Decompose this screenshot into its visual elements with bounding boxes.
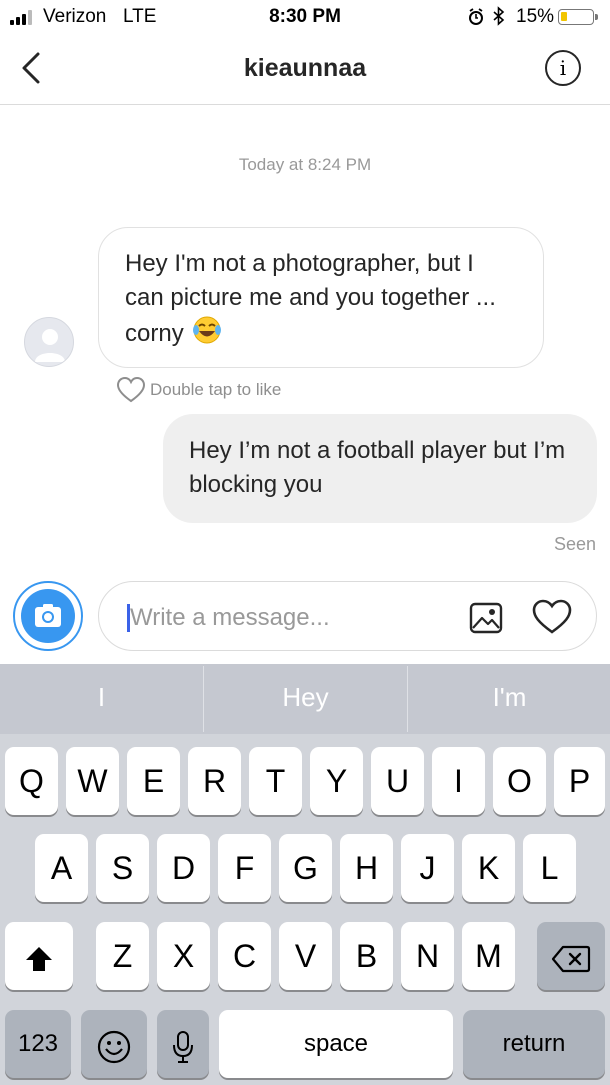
key-x[interactable]: X	[157, 922, 210, 990]
like-hint-text: Double tap to like	[150, 380, 282, 399]
numbers-key[interactable]: 123	[5, 1010, 71, 1078]
key-w[interactable]: W	[66, 747, 119, 815]
seen-status: Seen	[553, 534, 596, 554]
smiley-icon	[97, 1030, 131, 1063]
heart-icon	[532, 599, 572, 634]
prediction-3[interactable]: I'm	[408, 664, 610, 734]
default-avatar-icon	[35, 329, 65, 362]
key-o[interactable]: O	[493, 747, 546, 815]
keyboard: I Hey I'm Q W E R T Y U I O P A S D F G …	[0, 664, 610, 1085]
space-key[interactable]: space	[219, 1010, 453, 1078]
emoji-key[interactable]	[81, 1010, 147, 1078]
shift-key[interactable]	[5, 922, 73, 990]
delete-key[interactable]	[537, 922, 605, 990]
chat-header: kieaunnaa i	[0, 34, 610, 105]
conversation-title[interactable]: kieaunnaa	[0, 54, 610, 83]
message-placeholder: Write a message...	[130, 604, 330, 631]
status-bar: Verizon LTE 8:30 PM 15%	[0, 0, 610, 34]
alarm-icon	[468, 8, 484, 31]
gallery-button[interactable]	[469, 602, 503, 639]
heart-outline-icon	[116, 376, 146, 403]
key-k[interactable]: K	[462, 834, 515, 902]
key-l[interactable]: L	[523, 834, 576, 902]
key-q[interactable]: Q	[5, 747, 58, 815]
battery-percent: 15%	[516, 6, 555, 27]
message-input[interactable]: Write a message...	[98, 581, 597, 651]
predictive-bar: I Hey I'm	[0, 664, 610, 734]
key-p[interactable]: P	[554, 747, 605, 815]
double-tap-like-hint[interactable]: Double tap to like	[116, 376, 281, 404]
bluetooth-icon	[493, 6, 505, 32]
prediction-2[interactable]: Hey	[204, 664, 407, 734]
backspace-icon	[551, 945, 591, 972]
avatar[interactable]	[24, 317, 74, 367]
like-button[interactable]	[531, 598, 573, 641]
key-d[interactable]: D	[157, 834, 210, 902]
key-t[interactable]: T	[249, 747, 302, 815]
incoming-message[interactable]: Hey I'm not a photographer, but I can pi…	[98, 227, 544, 368]
key-g[interactable]: G	[279, 834, 332, 902]
key-f[interactable]: F	[218, 834, 271, 902]
outgoing-message[interactable]: Hey I’m not a football player but I’m bl…	[163, 414, 597, 523]
shift-arrow-icon	[26, 946, 52, 971]
key-c[interactable]: C	[218, 922, 271, 990]
key-j[interactable]: J	[401, 834, 454, 902]
battery-icon	[558, 9, 598, 25]
dictation-key[interactable]	[157, 1010, 209, 1078]
key-a[interactable]: A	[35, 834, 88, 902]
key-b[interactable]: B	[340, 922, 393, 990]
info-button[interactable]: i	[545, 50, 581, 86]
incoming-message-text: Hey I'm not a photographer, but I can pi…	[125, 250, 496, 347]
key-i[interactable]: I	[432, 747, 485, 815]
key-v[interactable]: V	[279, 922, 332, 990]
tears-of-joy-emoji-icon	[192, 315, 222, 355]
key-z[interactable]: Z	[96, 922, 149, 990]
info-icon: i	[559, 56, 567, 80]
key-n[interactable]: N	[401, 922, 454, 990]
camera-button[interactable]	[13, 581, 83, 651]
return-key[interactable]: return	[463, 1010, 605, 1078]
key-e[interactable]: E	[127, 747, 180, 815]
outgoing-message-text: Hey I’m not a football player but I’m bl…	[189, 437, 566, 498]
microphone-icon	[173, 1030, 193, 1063]
key-u[interactable]: U	[371, 747, 424, 815]
key-r[interactable]: R	[188, 747, 241, 815]
message-timestamp: Today at 8:24 PM	[238, 155, 372, 174]
message-composer: Write a message...	[0, 578, 610, 662]
key-h[interactable]: H	[340, 834, 393, 902]
key-m[interactable]: M	[462, 922, 515, 990]
key-s[interactable]: S	[96, 834, 149, 902]
key-y[interactable]: Y	[310, 747, 363, 815]
camera-icon	[35, 604, 61, 627]
image-icon	[469, 602, 503, 634]
prediction-1[interactable]: I	[0, 664, 203, 734]
